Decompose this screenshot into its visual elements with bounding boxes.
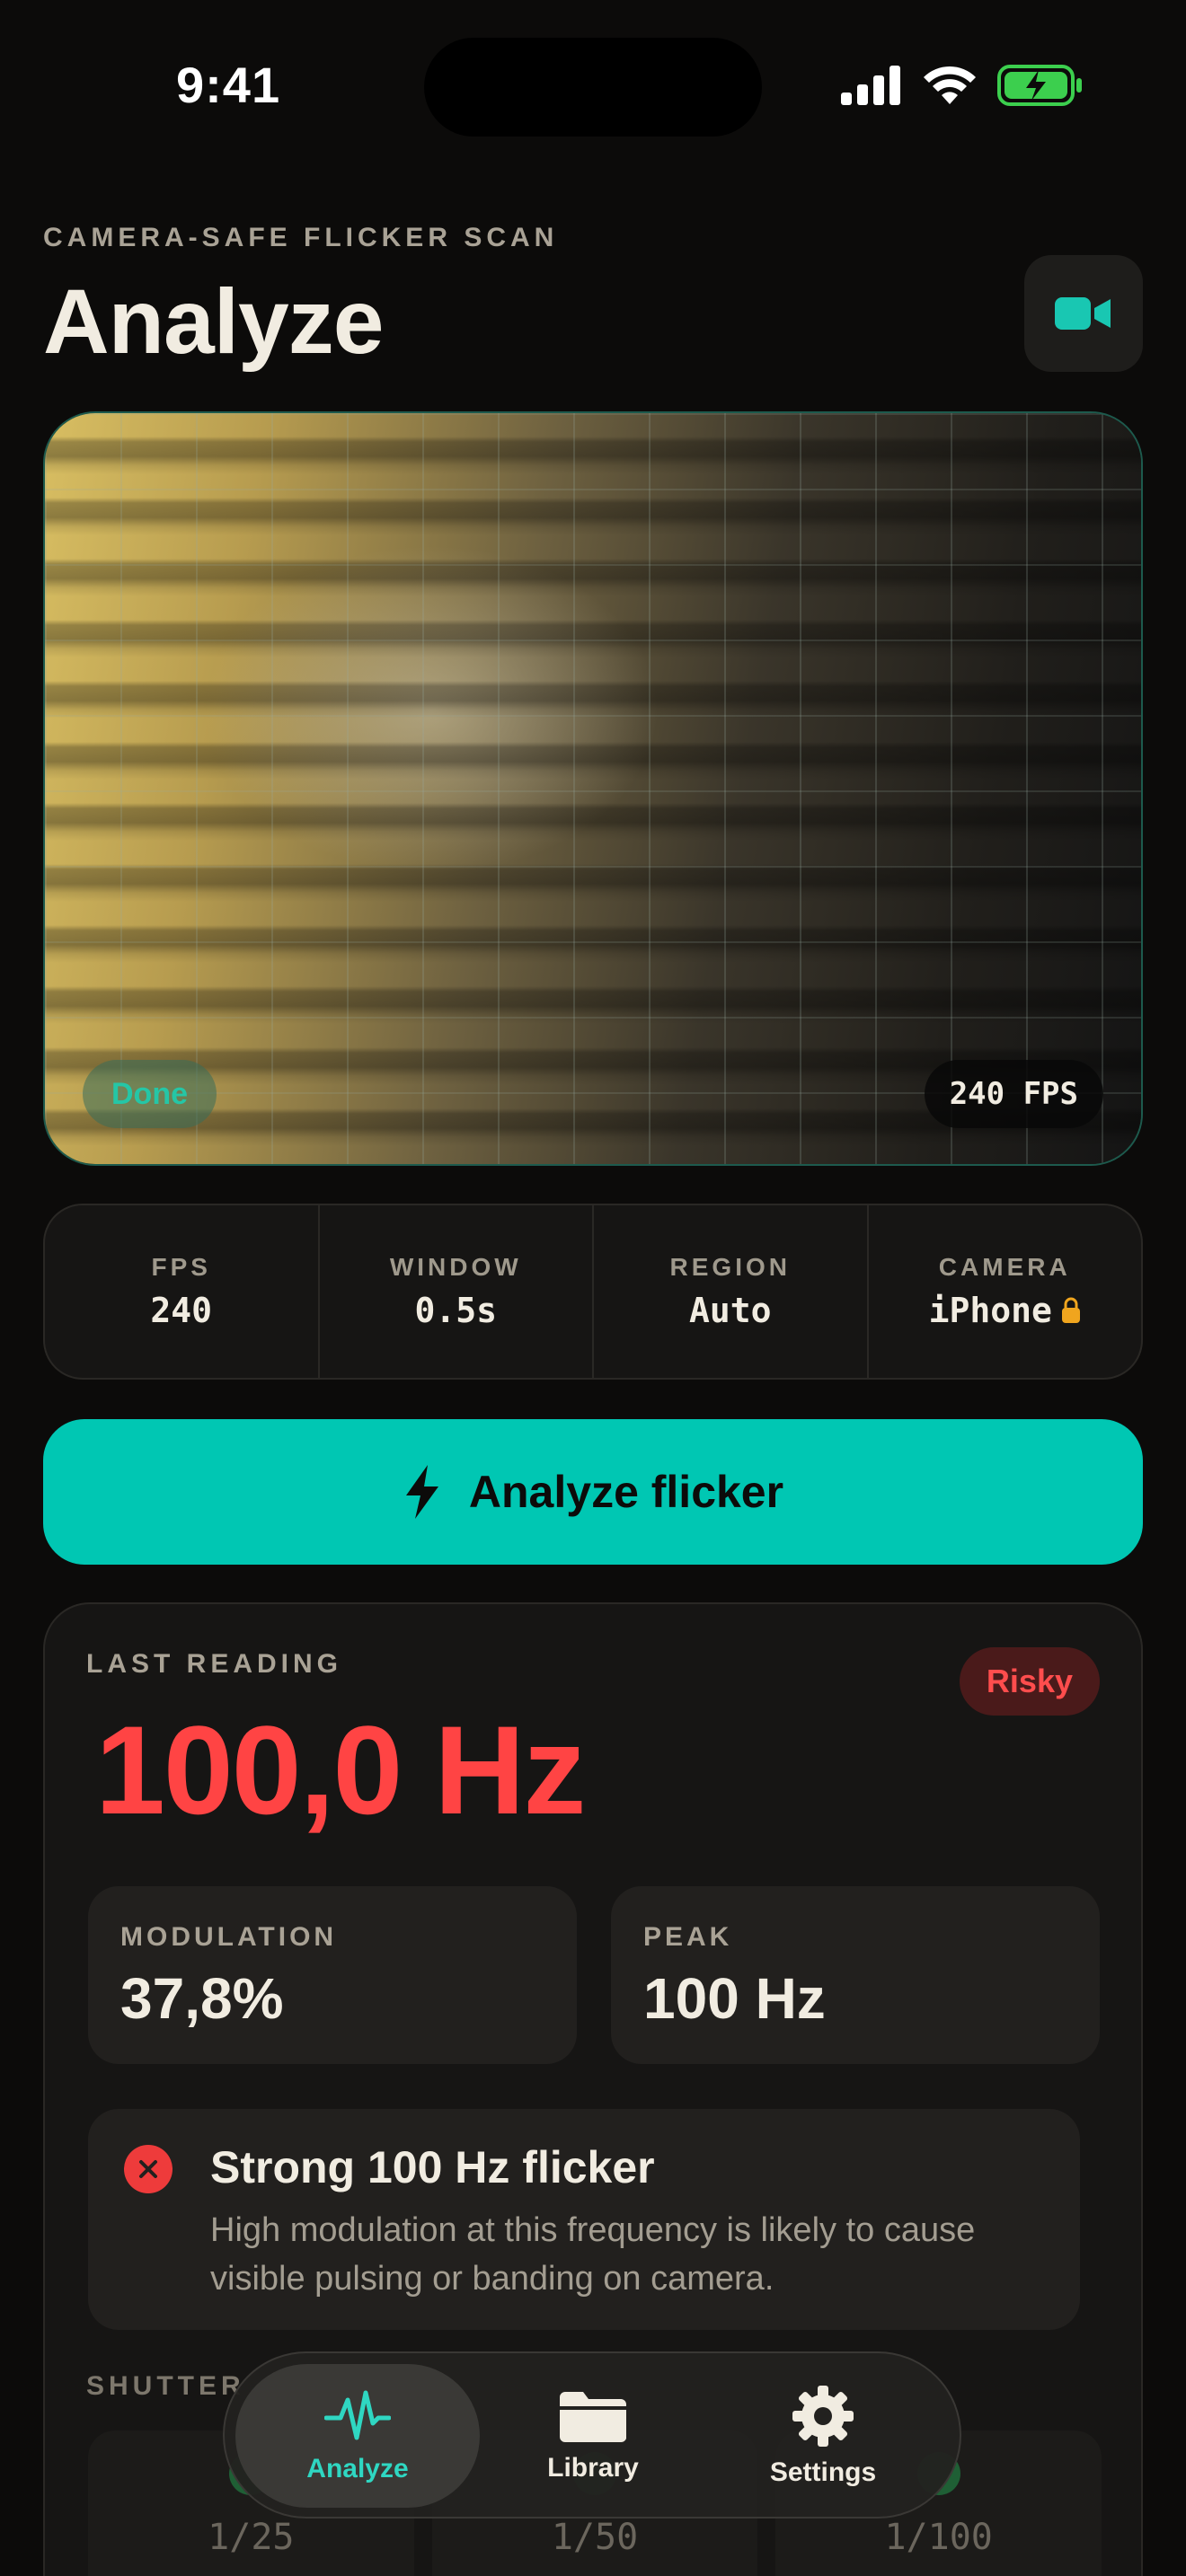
lock-icon (1061, 1297, 1080, 1323)
stat-label: FPS (151, 1253, 211, 1281)
camera-preview[interactable]: Done 240 FPS (43, 411, 1143, 1166)
capture-settings: FPS 240 WINDOW 0.5s REGION Auto CAMERA i… (43, 1204, 1143, 1380)
status-bar: 9:41 (0, 0, 1186, 171)
screen-overline: CAMERA-SAFE FLICKER SCAN (43, 223, 559, 252)
camera-name: iPhone (928, 1291, 1052, 1330)
stat-fps[interactable]: FPS 240 (45, 1205, 320, 1378)
shutter-section-label: SHUTTER (86, 2371, 245, 2401)
modulation-metric: MODULATION 37,8% (88, 1886, 577, 2064)
status-icons (841, 65, 1084, 106)
stat-camera[interactable]: CAMERA iPhone (869, 1205, 1142, 1378)
status-time: 9:41 (176, 57, 281, 113)
scan-status-badge: Done (83, 1060, 217, 1128)
tab-label: Settings (769, 2457, 877, 2487)
bolt-icon (405, 1465, 438, 1519)
peak-metric: PEAK 100 Hz (611, 1886, 1100, 2064)
last-reading-label: LAST READING (86, 1649, 342, 1679)
cellular-signal-icon (841, 66, 900, 105)
tab-library[interactable]: Library (471, 2364, 715, 2508)
analyze-flicker-button[interactable]: Analyze flicker (43, 1419, 1143, 1565)
flicker-warning: Strong 100 Hz flicker High modulation at… (88, 2109, 1080, 2330)
metric-label: PEAK (643, 1922, 733, 1952)
dynamic-island (424, 38, 762, 137)
frequency-value: 100,0 Hz (95, 1699, 586, 1840)
camera-button[interactable] (1024, 255, 1143, 372)
shutter-value: 1/50 (551, 2517, 639, 2558)
stat-label: REGION (669, 1253, 791, 1281)
metric-label: MODULATION (120, 1922, 338, 1952)
tab-bar: Analyze Library Settings (223, 2351, 961, 2519)
metric-value: 37,8% (120, 1966, 284, 2031)
analyze-flicker-label: Analyze flicker (468, 1467, 784, 1517)
wifi-icon (924, 66, 976, 104)
video-camera-icon (1055, 297, 1111, 330)
folder-icon (560, 2392, 626, 2443)
tab-settings[interactable]: Settings (701, 2364, 945, 2508)
stat-window[interactable]: WINDOW 0.5s (320, 1205, 594, 1378)
tab-label: Library (547, 2453, 639, 2483)
stat-value: Auto (688, 1291, 772, 1330)
battery-charging-icon (997, 65, 1082, 106)
stat-label: CAMERA (938, 1253, 1071, 1281)
warning-title: Strong 100 Hz flicker (210, 2142, 655, 2192)
error-icon (124, 2145, 173, 2193)
stat-value: 0.5s (414, 1291, 497, 1330)
shutter-value: 1/25 (208, 2517, 295, 2558)
preview-grid (45, 413, 1141, 1164)
shutter-value: 1/100 (884, 2517, 993, 2558)
stat-value: iPhone (929, 1291, 1081, 1330)
stat-label: WINDOW (389, 1253, 522, 1281)
fps-badge: 240 FPS (924, 1060, 1103, 1128)
risk-badge: Risky (959, 1647, 1100, 1716)
warning-description: High modulation at this frequency is lik… (210, 2211, 976, 2298)
stat-value: 240 (150, 1291, 213, 1330)
metric-value: 100 Hz (643, 1966, 826, 2031)
tab-analyze[interactable]: Analyze (235, 2364, 480, 2508)
gear-icon (792, 2386, 854, 2447)
tab-label: Analyze (306, 2454, 409, 2483)
stat-region[interactable]: REGION Auto (594, 1205, 869, 1378)
page-title: Analyze (43, 270, 384, 373)
waveform-icon (324, 2390, 391, 2440)
